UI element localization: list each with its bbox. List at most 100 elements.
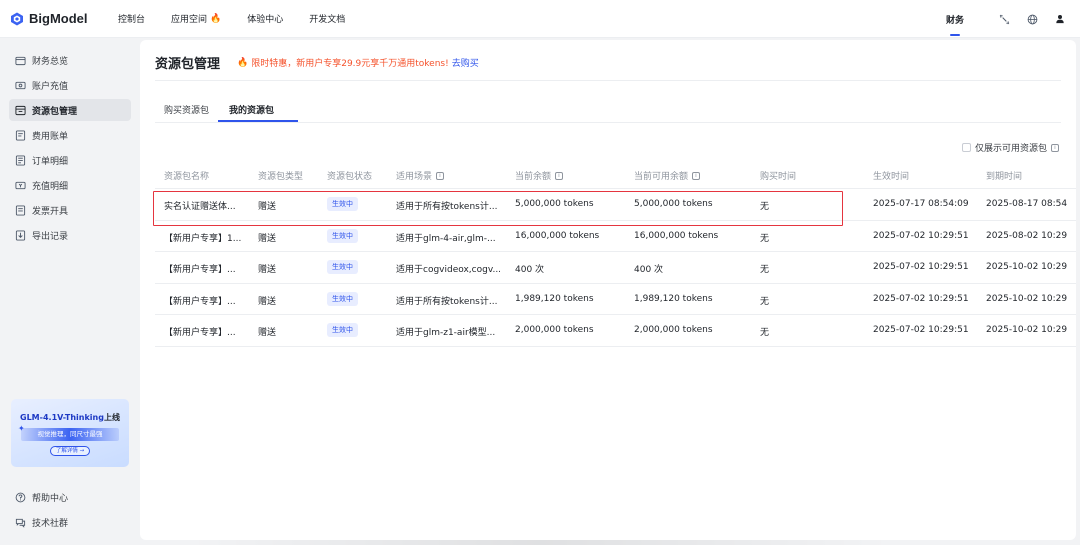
sidebar-item-recharge[interactable]: 账户充值 — [9, 74, 131, 96]
column-header: 资源包类型 — [258, 169, 303, 182]
package-available-balance: 1,989,120 tokens — [634, 293, 713, 304]
tab-bar: 购买资源包 我的资源包 — [155, 97, 1061, 123]
status-badge: 生效中 — [327, 197, 358, 211]
nav-item-label: 财务 — [945, 15, 964, 26]
nav-item-label: 应用空间 — [171, 15, 208, 25]
package-type: 赠送 — [258, 265, 277, 275]
sidebar-item-label: 帮助中心 — [32, 493, 69, 504]
globe-icon[interactable] — [1026, 13, 1038, 25]
nav-right: 财务 — [946, 0, 1066, 38]
sidebar-item-label: 导出记录 — [32, 231, 69, 242]
promo-tagline: 视觉推理，同尺寸最强 — [21, 428, 119, 441]
sidebar-item-bills[interactable]: 费用账单 — [9, 124, 131, 146]
sidebar-item-label: 技术社群 — [32, 518, 69, 529]
column-header-label: 资源包名称 — [164, 172, 210, 182]
package-balance: 5,000,000 tokens — [515, 199, 594, 209]
promo-learn-more-button[interactable]: 了解详情 → — [50, 446, 90, 456]
promo-banner[interactable]: GLM-4.1V-Thinking上线 ✦ 视觉推理，同尺寸最强 了解详情 → — [11, 399, 129, 467]
package-start-time: 2025-07-02 10:29:51 — [873, 293, 969, 304]
table-row[interactable]: 【新用户专享】1... 赠送 生效中 适用于glm-4-air,glm-... … — [155, 221, 1076, 252]
package-balance: 400 次 — [515, 265, 545, 275]
status-badge: 生效中 — [327, 260, 358, 274]
nav-item-experience[interactable]: 体验中心 — [247, 12, 283, 25]
package-start-time: 2025-07-02 10:29:51 — [873, 262, 969, 272]
package-available-balance: 400 次 — [634, 265, 664, 275]
buy-link[interactable]: 去购买 — [452, 56, 479, 69]
column-header: 当前余额 i — [515, 169, 564, 182]
invoice-icon — [15, 204, 26, 216]
sidebar-item-community[interactable]: 技术社群 — [9, 511, 131, 533]
package-icon — [15, 105, 26, 115]
package-name: 【新用户专享】... — [164, 265, 236, 275]
column-header: 到期时间 — [986, 169, 1022, 182]
package-purchase-time: 无 — [760, 296, 770, 307]
column-header-label: 到期时间 — [986, 172, 1023, 182]
sidebar-item-help[interactable]: 帮助中心 — [9, 486, 131, 508]
status-badge: 生效中 — [327, 323, 358, 337]
sidebar-item-label: 财务总览 — [32, 56, 69, 67]
available-only-filter[interactable]: 仅展示可用资源包 i — [961, 141, 1059, 154]
column-header: 资源包名称 — [164, 169, 209, 182]
package-end-time: 2025-08-17 08:54 — [986, 199, 1068, 209]
sidebar-item-resource-packages[interactable]: 资源包管理 — [9, 99, 131, 121]
nav-item-finance[interactable]: 财务 — [946, 0, 964, 38]
table-row[interactable]: 【新用户专享】... 赠送 生效中 适用于所有按tokens计... 1,989… — [155, 284, 1076, 315]
user-icon[interactable] — [1054, 13, 1066, 25]
card-icon — [15, 81, 26, 89]
sidebar: 财务总览 账户充值 资源包管理 费用账单 订单明细 充值明细 发票开具 导出记录… — [0, 38, 140, 545]
package-scene: 适用于所有按tokens计... — [396, 296, 498, 307]
sidebar-item-orders[interactable]: 订单明细 — [9, 149, 131, 171]
available-only-checkbox[interactable] — [961, 143, 971, 152]
coin-icon — [15, 181, 26, 189]
brand-name: BigModel — [29, 11, 88, 26]
wallet-icon — [15, 56, 26, 65]
packages-table: 资源包名称 资源包类型 资源包状态 适用场景 i 当前余额 i 当前可用余额 i 购买… — [155, 159, 1076, 347]
tab-my-packages[interactable]: 我的资源包 — [229, 103, 274, 116]
column-header-label: 适用场景 — [396, 172, 433, 182]
column-header: 适用场景 i — [396, 169, 445, 182]
main-panel: 资源包管理 🔥 限时特惠，新用户专享29.9元享千万通用tokens! 去购买 … — [140, 40, 1076, 540]
package-name: 【新用户专享】1... — [164, 233, 242, 244]
column-header: 购买时间 — [760, 169, 796, 182]
nav-item-docs[interactable]: 开发文档 — [309, 12, 345, 25]
info-icon[interactable]: i — [555, 171, 564, 180]
package-available-balance: 5,000,000 tokens — [634, 199, 713, 209]
table-row[interactable]: 【新用户专享】... 赠送 生效中 适用于cogvideox,cogv... 4… — [155, 252, 1076, 284]
package-type: 赠送 — [258, 328, 277, 338]
tab-buy-packages[interactable]: 购买资源包 — [164, 103, 209, 116]
sidebar-item-finance-overview[interactable]: 财务总览 — [9, 49, 131, 71]
fire-icon: 🔥 — [237, 57, 249, 68]
table-row[interactable]: 【新用户专享】... 赠送 生效中 适用于glm-z1-air模型... 2,0… — [155, 315, 1076, 347]
brand[interactable]: BigModel — [10, 11, 110, 26]
status-badge: 生效中 — [327, 291, 358, 306]
column-header: 资源包状态 — [327, 169, 372, 182]
column-header-label: 当前余额 — [515, 172, 552, 182]
package-scene: 适用于cogvideox,cogv... — [396, 265, 502, 275]
nav-item-console[interactable]: 控制台 — [118, 12, 145, 25]
help-icon — [15, 492, 26, 502]
package-purchase-time: 无 — [760, 265, 770, 275]
nav-item-app-space[interactable]: 应用空间 🔥 — [171, 12, 221, 26]
sidebar-item-invoice[interactable]: 发票开具 — [9, 199, 131, 221]
package-start-time: 2025-07-02 10:29:51 — [873, 230, 969, 241]
package-purchase-time: 无 — [760, 233, 770, 244]
package-available-balance: 2,000,000 tokens — [634, 325, 713, 335]
sidebar-item-label: 订单明细 — [32, 156, 69, 167]
column-header-label: 资源包状态 — [327, 172, 373, 182]
api-key-icon[interactable] — [998, 13, 1010, 25]
column-header-label: 购买时间 — [760, 172, 797, 182]
info-icon[interactable]: i — [436, 171, 445, 180]
info-icon[interactable]: i — [692, 171, 701, 180]
sidebar-item-recharge-details[interactable]: 充值明细 — [9, 174, 131, 196]
promo-notice-text: 限时特惠，新用户专享29.9元享千万通用tokens! — [251, 59, 449, 69]
package-end-time: 2025-08-02 10:29 — [986, 230, 1068, 241]
sidebar-item-export[interactable]: 导出记录 — [9, 224, 131, 246]
package-purchase-time: 无 — [760, 328, 770, 338]
package-type: 赠送 — [258, 296, 277, 307]
package-end-time: 2025-10-02 10:29 — [986, 325, 1068, 335]
header-divider — [155, 80, 1061, 81]
table-header: 资源包名称 资源包类型 资源包状态 适用场景 i 当前余额 i 当前可用余额 i 购买… — [155, 159, 1076, 189]
table-row[interactable]: 实名认证赠送体... 赠送 生效中 适用于所有按tokens计... 5,000… — [155, 189, 1076, 221]
info-icon[interactable]: i — [1051, 143, 1059, 152]
sidebar-item-label: 费用账单 — [32, 131, 69, 142]
